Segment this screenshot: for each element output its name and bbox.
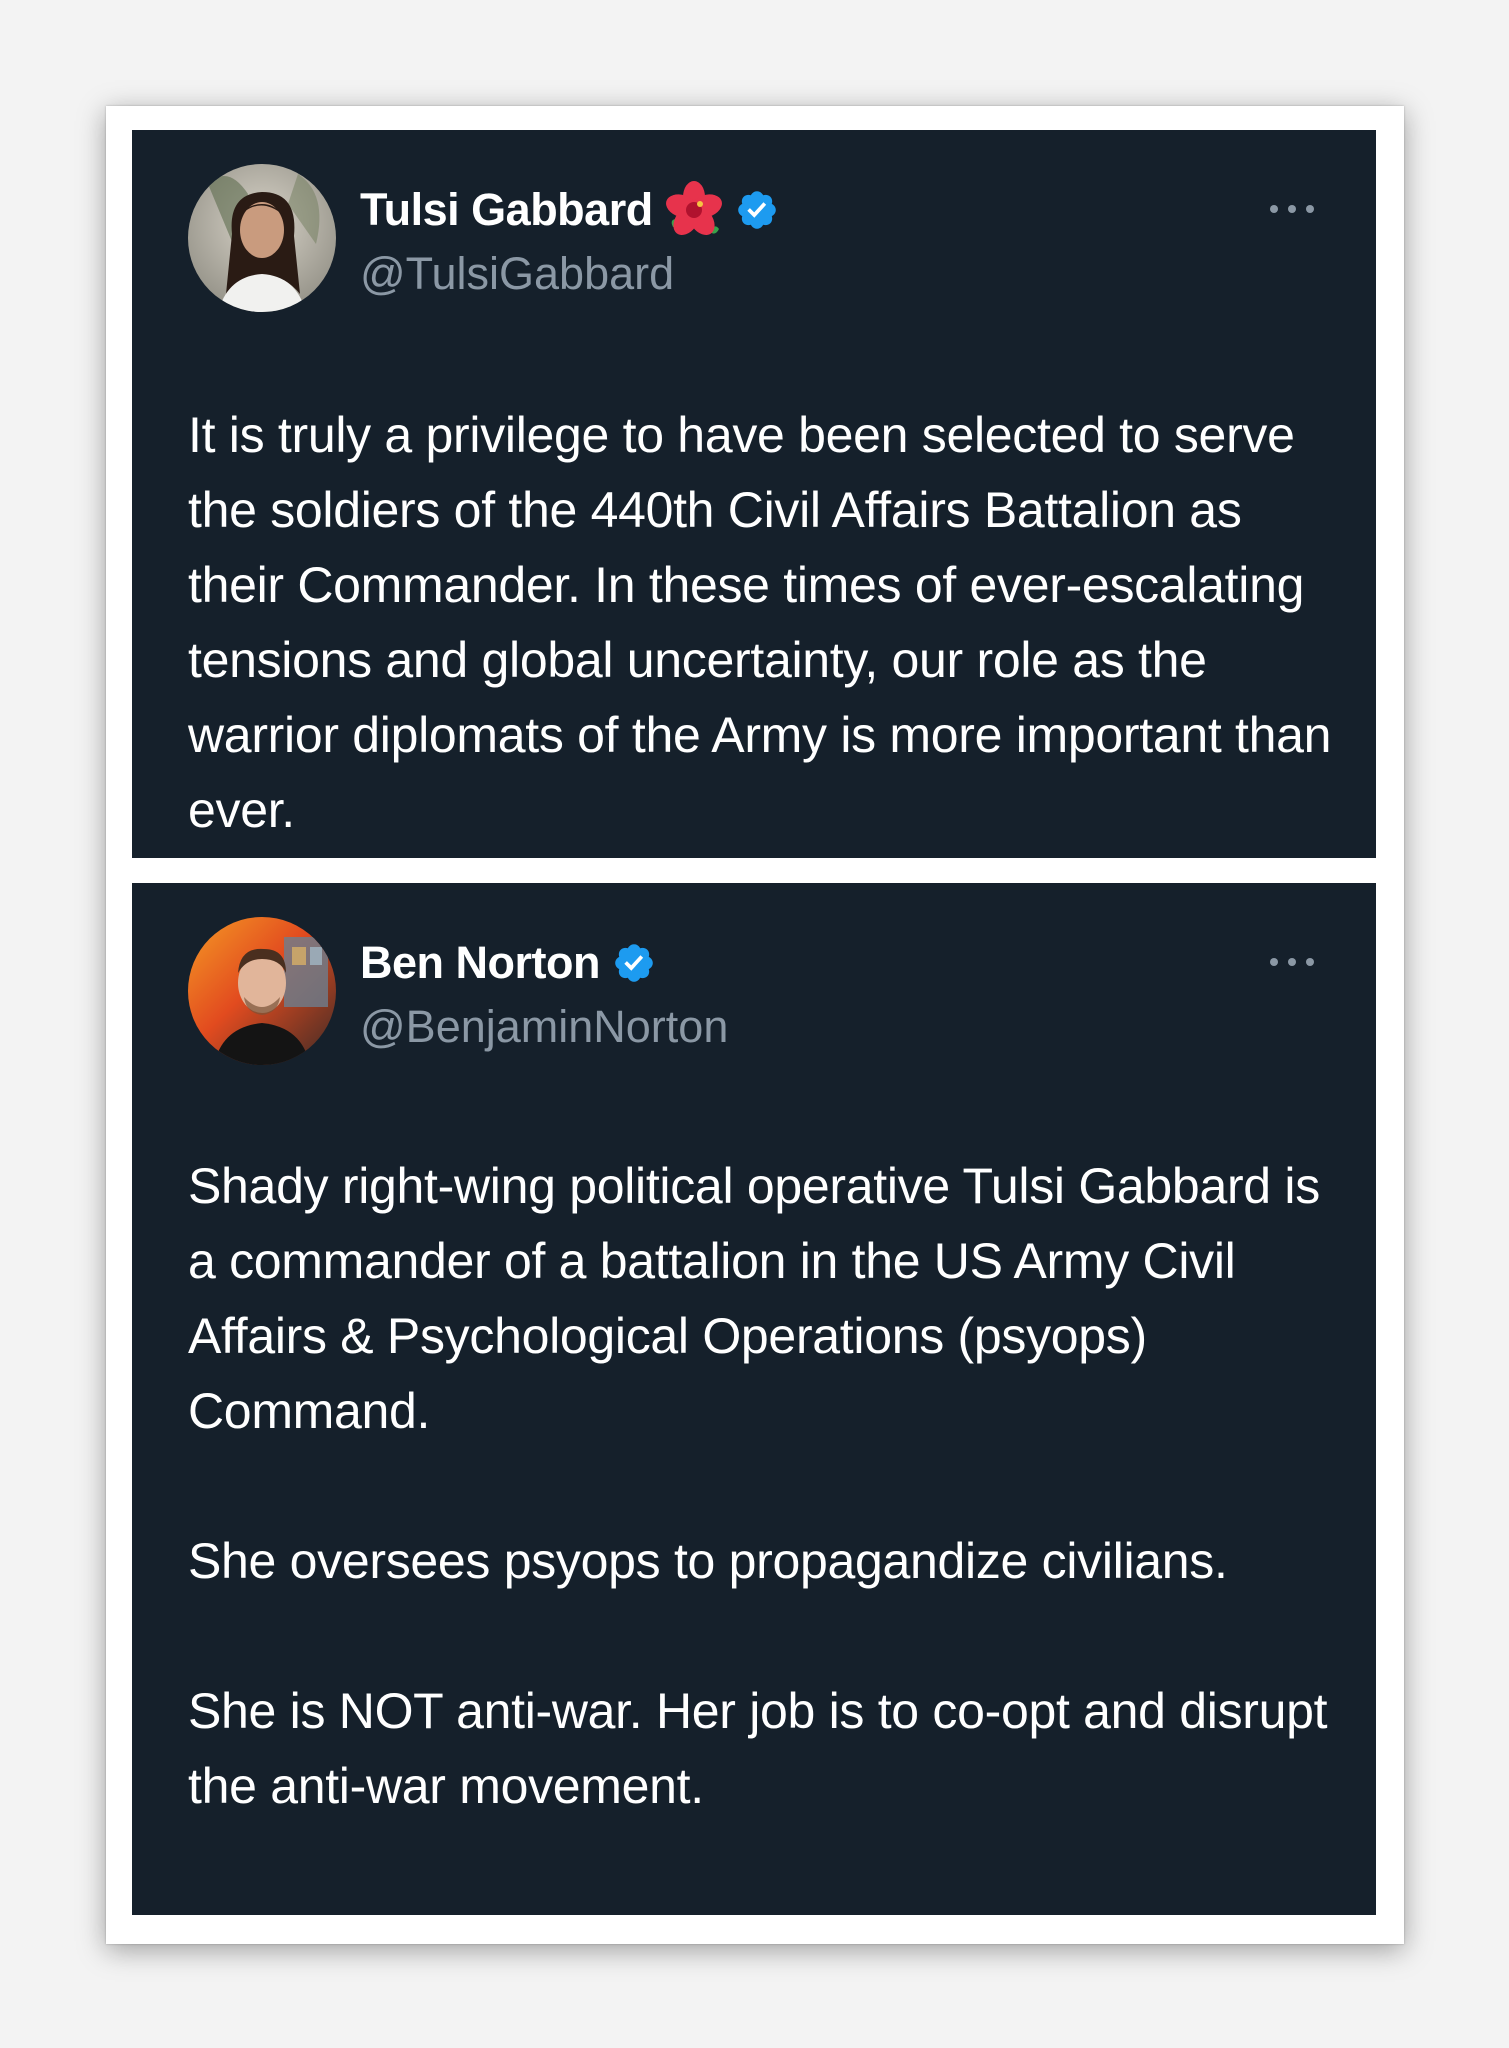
author-handle[interactable]: @BenjaminNorton <box>360 1001 728 1053</box>
dot <box>1288 205 1296 213</box>
more-options-icon[interactable] <box>1270 955 1314 969</box>
tweet-paragraph: Shady right-wing political operative Tul… <box>188 1158 1320 1439</box>
author-display-name[interactable]: Tulsi Gabbard <box>360 184 653 236</box>
tweet-card[interactable]: Ben Norton @BenjaminNorton Shady right-w… <box>132 883 1376 1915</box>
author-name-row: Ben Norton <box>360 933 656 993</box>
verified-badge-icon <box>615 944 653 982</box>
tweet-card[interactable]: Tulsi Gabbard @TulsiGabbard It is truly … <box>132 130 1376 858</box>
tweet-paragraph: It is truly a privilege to have been sel… <box>188 407 1332 838</box>
avatar[interactable] <box>188 917 336 1065</box>
author-display-name[interactable]: Ben Norton <box>360 937 600 989</box>
dot <box>1288 958 1296 966</box>
tweet-paragraph: She is NOT anti-war. Her job is to co-op… <box>188 1683 1328 1814</box>
dot <box>1306 205 1314 213</box>
screenshot-frame: Tulsi Gabbard @TulsiGabbard It is truly … <box>106 106 1404 1944</box>
dot <box>1270 958 1278 966</box>
avatar[interactable] <box>188 164 336 312</box>
author-handle[interactable]: @TulsiGabbard <box>360 248 674 300</box>
dot <box>1306 958 1314 966</box>
tweet-text: It is truly a privilege to have been sel… <box>188 398 1338 848</box>
hibiscus-flower-icon <box>665 181 722 235</box>
more-options-icon[interactable] <box>1270 202 1314 216</box>
tweet-paragraph: She oversees psyops to propagandize civi… <box>188 1533 1228 1589</box>
dot <box>1270 205 1278 213</box>
author-name-row: Tulsi Gabbard <box>360 180 779 240</box>
verified-badge-icon <box>737 191 776 229</box>
tweet-text: Shady right-wing political operative Tul… <box>188 1149 1338 1824</box>
